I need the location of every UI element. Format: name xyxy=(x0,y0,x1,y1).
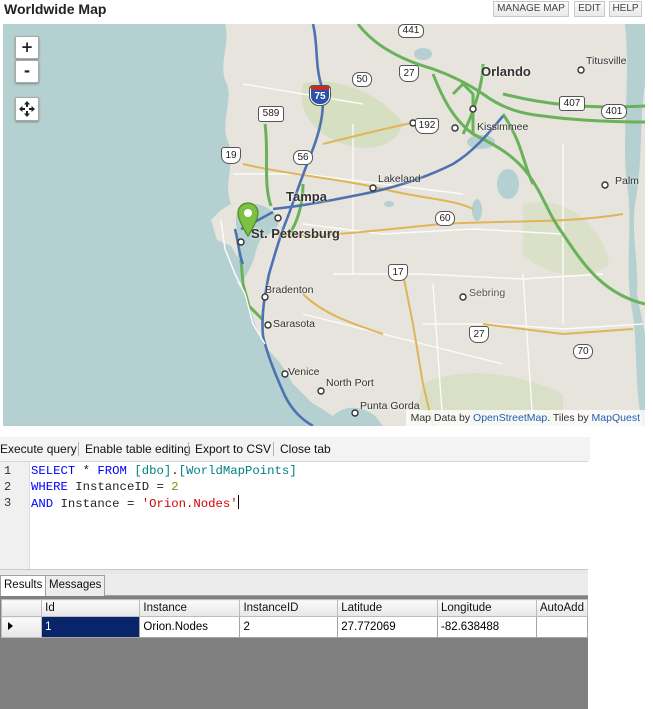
mapquest-link[interactable]: MapQuest xyxy=(592,412,640,424)
line-number-gutter: 1 2 3 xyxy=(0,462,30,569)
route-shield-192: 192 xyxy=(415,118,439,134)
export-to-csv-button[interactable]: Export to CSV xyxy=(195,441,271,457)
manage-map-button[interactable]: MANAGE MAP xyxy=(493,1,569,17)
code-line-2: WHERE InstanceID = 2 xyxy=(31,479,179,495)
grid-header-row: Id Instance InstanceID Latitude Longitud… xyxy=(0,599,589,617)
column-header-longitude[interactable]: Longitude xyxy=(436,599,537,617)
code-line-1: SELECT * FROM [dbo].[WorldMapPoints] xyxy=(31,463,297,479)
place-label-titusville: Titusville xyxy=(586,55,627,67)
openstreetmap-link[interactable]: OpenStreetMap xyxy=(473,412,547,424)
route-shield-70: 70 xyxy=(573,344,593,359)
sql-object: [dbo] xyxy=(126,464,172,478)
toolbar-separator xyxy=(78,442,79,456)
sql-keyword: WHERE xyxy=(31,480,68,494)
close-tab-button[interactable]: Close tab xyxy=(280,441,331,457)
sql-keyword: FROM xyxy=(97,464,127,478)
zoom-out-button[interactable]: - xyxy=(15,60,39,83)
route-shield-17: 17 xyxy=(388,264,408,281)
sql-editor[interactable]: 1 2 3 SELECT * FROM [dbo].[WorldMapPoint… xyxy=(0,461,588,569)
column-header-id[interactable]: Id xyxy=(41,599,141,617)
place-label-tampa: Tampa xyxy=(286,189,327,204)
route-shield-56: 56 xyxy=(293,150,313,165)
line-number: 2 xyxy=(4,480,12,494)
results-grid-area: Id Instance InstanceID Latitude Longitud… xyxy=(0,596,589,709)
place-label-kissimmee: Kissimmee xyxy=(477,121,529,133)
toolbar-separator xyxy=(188,442,189,456)
sql-token: * xyxy=(75,464,98,478)
widget-header: Worldwide Map MANAGE MAP EDIT HELP xyxy=(0,0,653,22)
route-shield-75: 75 xyxy=(309,85,331,106)
cell-instance[interactable]: Orion.Nodes xyxy=(139,616,241,638)
cell-id[interactable]: 1 xyxy=(41,616,141,638)
route-shield-407: 407 xyxy=(559,96,585,111)
route-shield-19: 19 xyxy=(221,147,241,164)
grid-corner[interactable] xyxy=(0,599,43,617)
tab-messages[interactable]: Messages xyxy=(45,575,106,596)
place-label-sarasota: Sarasota xyxy=(273,318,316,330)
sql-number: 2 xyxy=(163,480,179,494)
line-number: 1 xyxy=(4,464,12,478)
sql-object: [WorldMapPoints] xyxy=(178,464,297,478)
tab-results[interactable]: Results xyxy=(0,575,47,597)
table-row[interactable]: 1 Orion.Nodes 2 27.772069 -82.638488 xyxy=(0,616,589,638)
column-header-autoadd[interactable]: AutoAdd xyxy=(535,599,589,617)
route-shield-441: 441 xyxy=(398,24,424,38)
current-row-arrow-icon xyxy=(8,622,13,630)
place-label-palm: Palm xyxy=(615,175,639,187)
place-label-sebring: Sebring xyxy=(469,287,506,299)
help-button[interactable]: HELP xyxy=(609,1,642,17)
route-shield-589: 589 xyxy=(258,106,284,122)
sql-string: 'Orion.Nodes' xyxy=(134,497,238,511)
move-arrows-icon xyxy=(19,101,35,117)
column-header-instanceid[interactable]: InstanceID xyxy=(239,599,339,617)
edit-button[interactable]: EDIT xyxy=(574,1,605,17)
map-pin-icon[interactable] xyxy=(237,202,259,238)
place-label-lakeland: Lakeland xyxy=(378,173,421,185)
line-number: 3 xyxy=(4,496,12,510)
cell-longitude[interactable]: -82.638488 xyxy=(436,616,537,638)
place-label-venice: Venice xyxy=(288,366,320,378)
attribution-prefix: Map Data by xyxy=(410,412,474,424)
results-tabs: Results Messages xyxy=(0,574,588,597)
map-attribution: Map Data by OpenStreetMap. Tiles by MapQ… xyxy=(405,410,645,426)
results-grid[interactable]: Id Instance InstanceID Latitude Longitud… xyxy=(0,599,589,638)
zoom-in-button[interactable]: + xyxy=(15,36,39,59)
route-shield-27-south: 27 xyxy=(469,326,489,343)
route-shield-60: 60 xyxy=(435,211,455,226)
sql-keyword: SELECT xyxy=(31,464,76,478)
row-header[interactable] xyxy=(0,616,43,638)
route-shield-27: 27 xyxy=(399,65,419,82)
toolbar-separator xyxy=(273,442,274,456)
map-tiles xyxy=(3,24,645,426)
sql-keyword: AND xyxy=(31,497,54,511)
route-shield-401: 401 xyxy=(601,104,627,119)
execute-query-button[interactable]: Execute query xyxy=(0,441,77,457)
attribution-middle: . Tiles by xyxy=(547,412,592,424)
map-view[interactable]: Orlando Titusville Kissimmee Lakeland Ta… xyxy=(3,24,645,426)
route-shield-50: 50 xyxy=(352,72,372,87)
column-header-instance[interactable]: Instance xyxy=(139,599,241,617)
widget-title: Worldwide Map xyxy=(4,1,107,17)
place-label-bradenton: Bradenton xyxy=(265,284,314,296)
enable-table-editing-button[interactable]: Enable table editing xyxy=(85,441,190,457)
text-caret xyxy=(237,495,239,509)
sql-operator: = xyxy=(156,480,164,494)
place-label-st-petersburg: St. Petersburg xyxy=(251,226,340,241)
sql-token: . xyxy=(171,464,179,478)
cell-latitude[interactable]: 27.772069 xyxy=(337,616,438,638)
query-toolbar: Execute query Enable table editing Expor… xyxy=(0,437,590,461)
cell-auto-add[interactable] xyxy=(535,616,589,638)
sql-token: InstanceID xyxy=(67,480,157,494)
place-label-north-port: North Port xyxy=(326,377,374,389)
sql-token: Instance xyxy=(53,497,127,511)
column-header-latitude[interactable]: Latitude xyxy=(337,599,438,617)
cell-instance-id[interactable]: 2 xyxy=(239,616,339,638)
code-line-3: AND Instance = 'Orion.Nodes' xyxy=(31,495,239,511)
pan-button[interactable] xyxy=(15,97,39,121)
place-label-orlando: Orlando xyxy=(481,64,531,79)
